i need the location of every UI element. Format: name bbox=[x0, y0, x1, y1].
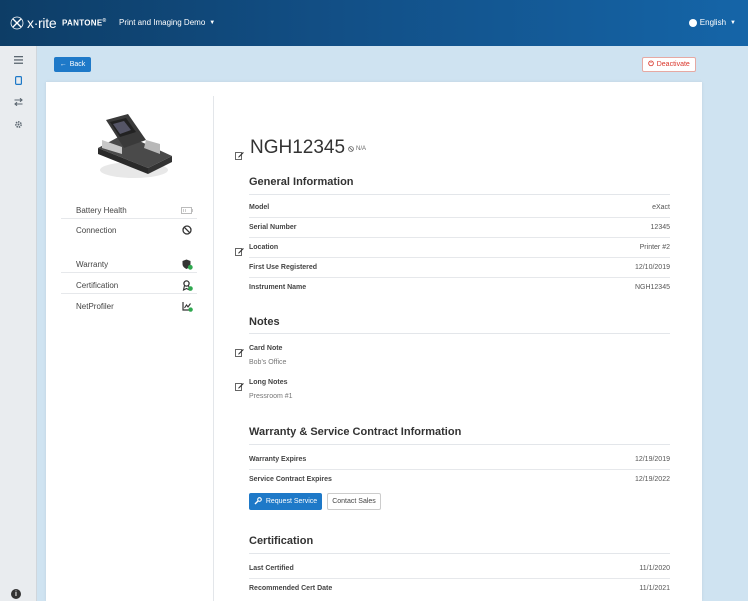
info-row-serial: Serial Number 12345 bbox=[249, 218, 670, 238]
status-row-certification: Certification bbox=[61, 276, 197, 294]
info-row-instrument-name: Instrument Name NGH12345 bbox=[249, 284, 670, 291]
certificate-icon bbox=[181, 279, 193, 291]
info-row-location: Location Printer #2 bbox=[249, 238, 670, 258]
info-row-recommended-cert: Recommended Cert Date 11/1/2021 bbox=[249, 585, 670, 592]
section-divider bbox=[249, 194, 670, 195]
gear-icon[interactable] bbox=[0, 114, 37, 134]
long-notes-label: Long Notes bbox=[249, 379, 288, 386]
device-image bbox=[88, 110, 174, 182]
notes-heading: Notes bbox=[249, 316, 280, 328]
language-selector[interactable]: English ▼ bbox=[688, 18, 736, 27]
wrench-icon bbox=[254, 496, 262, 507]
arrow-left-icon: ← bbox=[59, 61, 67, 68]
back-label: Back bbox=[69, 61, 86, 68]
pantone-brand: PANTONE® bbox=[62, 18, 107, 28]
language-label: English bbox=[699, 18, 727, 27]
info-row-last-certified: Last Certified 11/1/2020 bbox=[249, 559, 670, 579]
device-title: NGH12345 bbox=[250, 137, 346, 158]
info-row-first-use: First Use Registered 12/10/2019 bbox=[249, 258, 670, 278]
icon-sidebar bbox=[0, 46, 37, 601]
section-divider bbox=[249, 553, 670, 554]
edit-location-icon[interactable] bbox=[235, 243, 244, 256]
certification-heading: Certification bbox=[249, 535, 314, 547]
section-divider bbox=[249, 333, 670, 334]
long-notes-value: Pressroom #1 bbox=[249, 393, 293, 400]
chart-icon bbox=[181, 300, 193, 312]
status-row-battery: Battery Health bbox=[61, 201, 197, 219]
status-row-netprofiler: NetProfiler bbox=[61, 297, 197, 315]
status-row-connection: Connection bbox=[61, 221, 197, 239]
card-note-label: Card Note bbox=[249, 345, 283, 352]
edit-name-icon[interactable] bbox=[235, 147, 244, 160]
info-icon[interactable]: i bbox=[11, 589, 21, 599]
deactivate-button[interactable]: ⏻ Deactivate bbox=[642, 57, 696, 72]
info-row-warranty-expires: Warranty Expires 12/19/2019 bbox=[249, 450, 670, 470]
power-icon: ⏻ bbox=[648, 60, 654, 68]
section-divider bbox=[249, 444, 670, 445]
logo-text: x·rite bbox=[27, 15, 57, 31]
menu-icon[interactable] bbox=[0, 50, 37, 70]
info-row-model: Model eXact bbox=[249, 198, 670, 218]
chevron-down-icon: ▼ bbox=[209, 19, 216, 26]
transfer-icon[interactable] bbox=[0, 92, 37, 112]
battery-icon bbox=[181, 204, 193, 216]
edit-long-notes-icon[interactable] bbox=[235, 378, 244, 391]
deactivate-label: Deactivate bbox=[656, 61, 690, 68]
info-row-service-contract: Service Contract Expires 12/19/2022 bbox=[249, 476, 670, 483]
request-service-button[interactable]: Request Service bbox=[249, 493, 322, 510]
general-info-heading: General Information bbox=[249, 176, 354, 188]
edit-card-note-icon[interactable] bbox=[235, 344, 244, 357]
shield-icon bbox=[181, 258, 193, 270]
column-divider bbox=[213, 96, 214, 601]
contact-sales-button[interactable]: Contact Sales bbox=[327, 493, 381, 510]
org-name: Print and Imaging Demo bbox=[119, 18, 206, 27]
xrite-logo[interactable]: x·rite bbox=[10, 15, 57, 31]
device-icon[interactable] bbox=[0, 70, 37, 90]
no-connection-icon bbox=[181, 224, 193, 236]
status-row-warranty: Warranty bbox=[61, 255, 197, 273]
globe-icon bbox=[688, 18, 697, 27]
status-badge: N/A bbox=[348, 146, 366, 152]
org-selector[interactable]: Print and Imaging Demo ▼ bbox=[119, 18, 215, 27]
top-bar: x·rite PANTONE® Print and Imaging Demo ▼… bbox=[0, 0, 748, 46]
no-status-icon bbox=[348, 146, 354, 152]
chevron-down-icon: ▼ bbox=[730, 19, 736, 26]
back-button[interactable]: ← Back bbox=[54, 57, 91, 72]
warranty-heading: Warranty & Service Contract Information bbox=[249, 426, 462, 438]
xrite-logo-icon bbox=[10, 16, 24, 30]
card-note-value: Bob's Office bbox=[249, 359, 287, 366]
